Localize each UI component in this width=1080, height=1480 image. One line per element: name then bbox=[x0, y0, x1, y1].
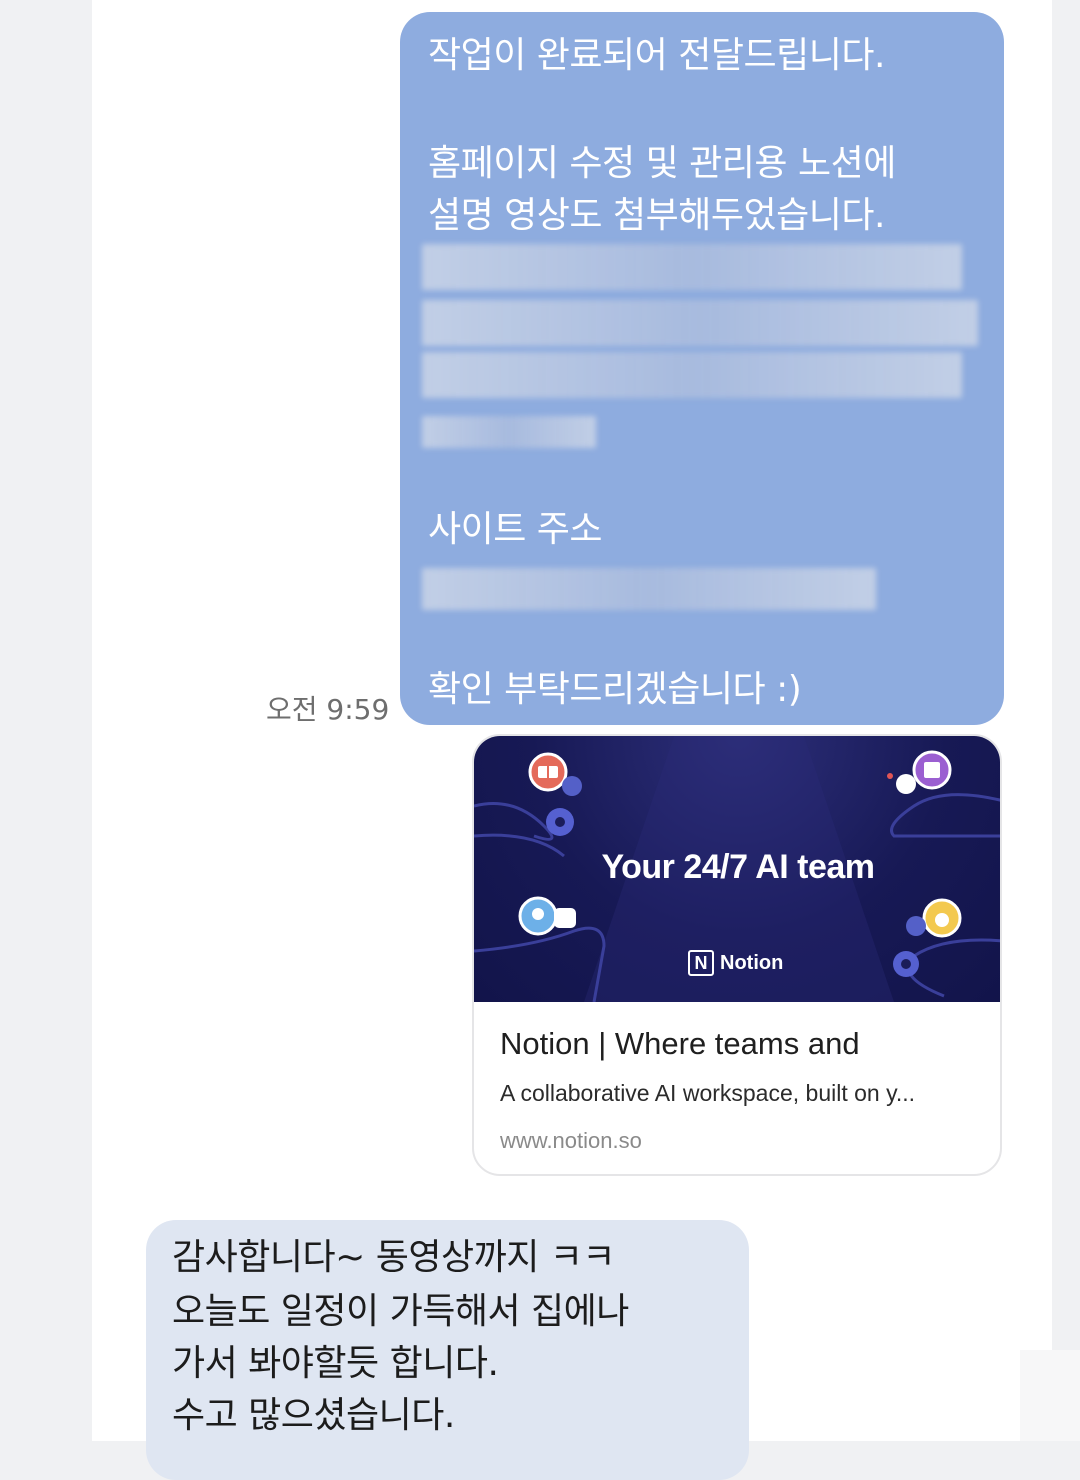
message-timestamp: 오전 9:59 bbox=[266, 693, 390, 726]
redacted-text bbox=[422, 416, 596, 448]
gear-icon bbox=[546, 808, 574, 836]
redacted-text bbox=[422, 244, 962, 290]
gear-icon bbox=[893, 951, 919, 977]
character-icon bbox=[922, 898, 962, 938]
globe-icon bbox=[518, 896, 558, 936]
received-message-line: 수고 많으셨습니다. bbox=[172, 1395, 455, 1436]
notion-logo-icon: N bbox=[688, 950, 714, 976]
sent-message-line: 사이트 주소 bbox=[428, 509, 603, 550]
link-preview-card[interactable]: Your 24/7 AI team N Notion Notion | Wher… bbox=[472, 734, 1002, 1176]
image-frame-icon bbox=[912, 750, 952, 790]
sent-message-line: 홈페이지 수정 및 관리용 노션에 bbox=[428, 143, 896, 184]
preview-headline: Your 24/7 AI team bbox=[601, 848, 875, 886]
book-icon bbox=[528, 752, 568, 792]
sent-message-bubble[interactable]: 작업이 완료되어 전달드립니다. 홈페이지 수정 및 관리용 노션에 설명 영상… bbox=[400, 12, 1004, 725]
sent-message-line: 확인 부탁드리겠습니다 :) bbox=[428, 669, 802, 710]
link-preview-url[interactable]: www.notion.so bbox=[500, 1128, 642, 1154]
received-message-line: 가서 봐야할듯 합니다. bbox=[172, 1343, 499, 1384]
preview-brand-label: Notion bbox=[720, 951, 784, 974]
received-message-line: 감사합니다~ 동영상까지 ㅋㅋ bbox=[172, 1237, 616, 1278]
redacted-text bbox=[422, 300, 978, 346]
redacted-text bbox=[422, 352, 962, 398]
link-preview-description: A collaborative AI workspace, built on y… bbox=[500, 1080, 916, 1106]
link-preview-title[interactable]: Notion | Where teams and bbox=[500, 1026, 860, 1062]
sent-message-line: 설명 영상도 첨부해두었습니다. bbox=[428, 195, 885, 236]
scroll-edge bbox=[1020, 1350, 1080, 1441]
received-message-line: 오늘도 일정이 가득해서 집에나 bbox=[172, 1291, 629, 1332]
sent-message-line: 작업이 완료되어 전달드립니다. bbox=[428, 35, 885, 76]
preview-brand: N Notion bbox=[688, 946, 783, 980]
link-preview-image: Your 24/7 AI team N Notion bbox=[474, 736, 1000, 1002]
redacted-site-url bbox=[422, 568, 876, 610]
received-message-bubble[interactable]: 감사합니다~ 동영상까지 ㅋㅋ 오늘도 일정이 가득해서 집에나 가서 봐야할듯… bbox=[146, 1220, 749, 1480]
